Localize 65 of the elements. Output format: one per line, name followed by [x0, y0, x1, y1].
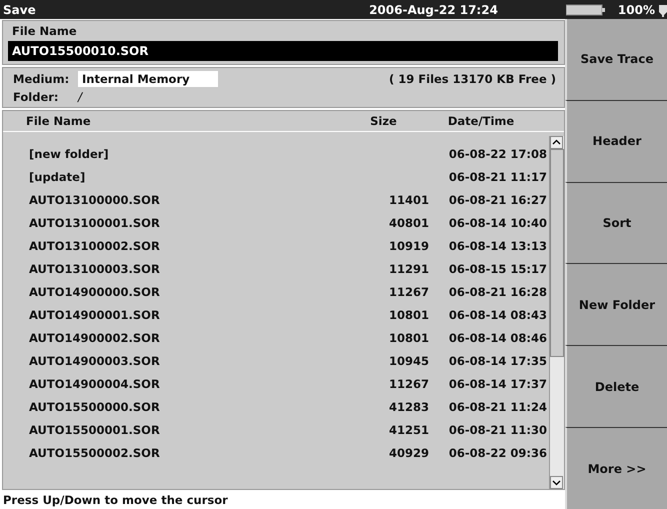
file-size-cell-text: 11267 [388, 284, 429, 298]
date-time-cell-text: 06-08-22 09:36 [448, 446, 547, 460]
date-time-cell-text: 06-08-14 10:40 [448, 216, 547, 230]
column-header: Size [369, 114, 398, 128]
file-name-cell[interactable]: AUTO14900000.SOR [29, 284, 349, 298]
medium-field[interactable]: Internal Memory [78, 71, 218, 87]
date-time-cell-text: 06-08-21 16:27 [448, 192, 547, 206]
file-size-cell-text: 41283 [388, 400, 429, 414]
soft-key-button[interactable]: More >> [565, 427, 667, 509]
soft-key-button[interactable]: Header [565, 100, 667, 182]
date-time-cell-text: 06-08-22 17:08 [448, 146, 547, 160]
battery-percent: 100% [618, 2, 655, 16]
soft-key-button[interactable]: Sort [565, 182, 667, 264]
file-name-cell[interactable]: AUTO14900003.SOR [29, 354, 349, 368]
window-title: Save [3, 2, 36, 16]
scrollbar-thumb[interactable] [550, 149, 564, 357]
date-time-cell-text: 06-08-21 11:17 [448, 170, 547, 184]
scroll-up-icon[interactable] [550, 136, 563, 149]
date-time-cell-text: 06-08-14 08:43 [448, 308, 547, 322]
date-time-cell-text: 06-08-21 11:24 [448, 400, 547, 414]
file-size-cell-text: 11267 [388, 376, 429, 390]
scrollbar[interactable] [549, 136, 564, 489]
file-name-cell[interactable]: AUTO14900001.SOR [29, 308, 349, 322]
date-time-cell-text: 06-08-14 13:13 [448, 238, 547, 252]
file-size-cell-text: 11401 [388, 192, 429, 206]
file-name-cell[interactable]: AUTO15500002.SOR [29, 446, 349, 460]
date-time-cell-text: 06-08-14 17:37 [448, 376, 547, 390]
battery-icon [566, 4, 606, 16]
soft-key-button[interactable]: New Folder [565, 263, 667, 346]
file-name-cell[interactable]: AUTO15500000.SOR [29, 400, 349, 414]
file-name-cell[interactable]: AUTO13100000.SOR [29, 192, 349, 206]
file-size-cell-text: 10919 [388, 238, 429, 252]
storage-summary: ( 19 Files 13170 KB Free ) [389, 72, 556, 86]
file-size-cell-text: 40801 [388, 216, 429, 230]
date-time-cell-text: 06-08-21 16:28 [448, 284, 547, 298]
file-size-cell-text: 10945 [388, 354, 429, 368]
file-size-cell-text: 11291 [388, 262, 429, 276]
column-header: File Name [26, 114, 92, 128]
file-name-cell[interactable]: AUTO13100003.SOR [29, 262, 349, 276]
date-time: 2006-Aug-22 17:24 [369, 2, 498, 16]
file-name-cell[interactable]: AUTO15500001.SOR [29, 422, 349, 436]
file-name-cell[interactable]: AUTO14900004.SOR [29, 376, 349, 390]
file-size-cell-text: 40929 [388, 446, 429, 460]
file-name-cell[interactable]: AUTO14900002.SOR [29, 330, 349, 344]
date-time-cell-text: 06-08-14 17:35 [448, 354, 547, 368]
file-name-label: File Name [11, 24, 78, 38]
scroll-down-icon[interactable] [550, 476, 563, 489]
status-message: Press Up/Down to move the cursor [2, 492, 229, 509]
date-time-cell-text: 06-08-14 08:46 [448, 330, 547, 344]
column-header: Date/Time [446, 114, 516, 128]
file-name-field[interactable]: AUTO15500010.SOR [8, 41, 558, 61]
file-size-cell-text: 41251 [388, 422, 429, 436]
date-time-cell-text: 06-08-21 11:30 [448, 422, 547, 436]
soft-key-button[interactable]: Delete [565, 345, 667, 428]
file-name-cell[interactable]: AUTO13100001.SOR [29, 216, 349, 230]
file-name-cell[interactable]: AUTO13100002.SOR [29, 238, 349, 252]
file-name-cell[interactable]: [update] [29, 170, 349, 184]
medium-label: Medium: [13, 72, 70, 86]
file-name-cell[interactable]: [new folder] [29, 146, 349, 160]
date-time-cell-text: 06-08-15 15:17 [448, 262, 547, 276]
folder-label: Folder: [13, 90, 60, 104]
file-size-cell-text: 10801 [388, 330, 429, 344]
file-size-cell-text: 10801 [388, 308, 429, 322]
folder-path: / [78, 90, 82, 104]
plug-icon [659, 2, 667, 16]
